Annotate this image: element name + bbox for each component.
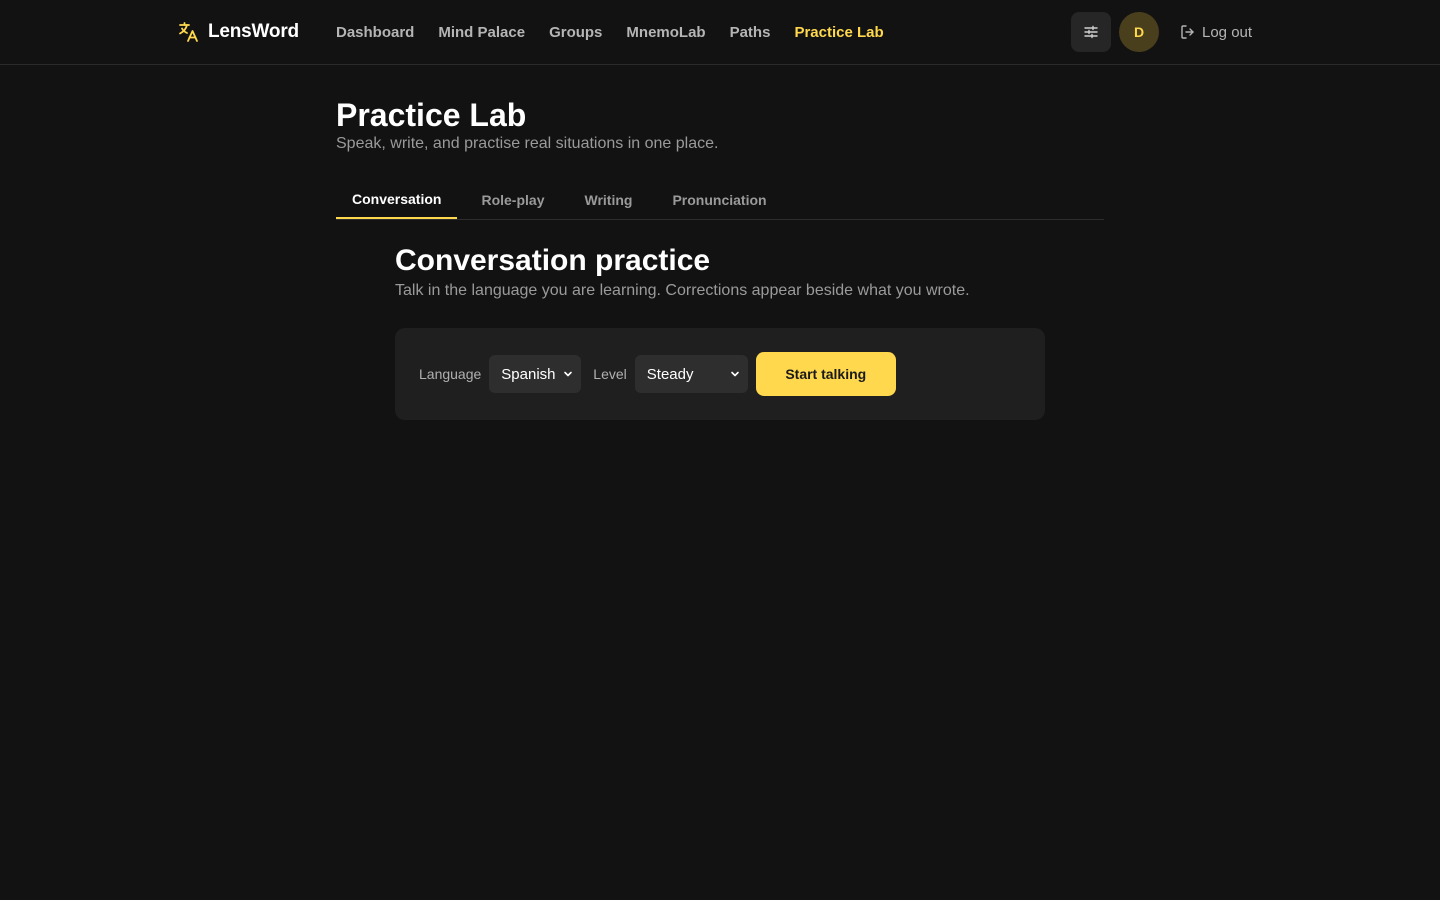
- conversation-setup-card: Language Spanish Level Steady Start talk…: [395, 328, 1045, 420]
- page-title: Practice Lab: [336, 97, 527, 133]
- nav-item-dashboard[interactable]: Dashboard: [336, 24, 414, 41]
- language-select-value: Spanish: [501, 365, 556, 383]
- user-avatar[interactable]: D: [1119, 12, 1159, 52]
- sliders-icon: [1084, 25, 1098, 39]
- nav-item-mnemolab[interactable]: MnemoLab: [626, 24, 705, 41]
- main-nav: Dashboard Mind Palace Groups MnemoLab Pa…: [336, 20, 884, 44]
- section-subtitle: Talk in the language you are learning. C…: [395, 282, 970, 299]
- logout-button[interactable]: Log out: [1180, 20, 1252, 44]
- nav-item-groups[interactable]: Groups: [549, 24, 602, 41]
- level-label: Level: [593, 366, 627, 382]
- tab-conversation[interactable]: Conversation: [336, 180, 458, 219]
- level-select[interactable]: Steady: [634, 355, 748, 393]
- start-talking-button[interactable]: Start talking: [755, 352, 896, 396]
- brand-logo[interactable]: LensWord: [176, 18, 299, 46]
- chevron-down-icon: [564, 371, 573, 377]
- top-navigation-bar: LensWord Dashboard Mind Palace Groups Mn…: [0, 0, 1440, 65]
- brand-name: LensWord: [208, 21, 299, 42]
- level-select-value: Steady: [646, 365, 694, 383]
- practice-tabs: Conversation Role-play Writing Pronuncia…: [336, 180, 1104, 220]
- language-label: Language: [419, 366, 482, 382]
- nav-item-paths[interactable]: Paths: [730, 24, 771, 41]
- logout-icon: [1181, 25, 1194, 39]
- chevron-down-icon: [730, 371, 739, 377]
- logout-label: Log out: [1202, 23, 1253, 41]
- section-title: Conversation practice: [395, 244, 711, 277]
- translate-icon: [179, 22, 198, 42]
- settings-button[interactable]: [1071, 12, 1111, 52]
- tab-pronunciation[interactable]: Pronunciation: [656, 180, 782, 219]
- nav-item-mind-palace[interactable]: Mind Palace: [438, 24, 525, 41]
- nav-item-practice-lab[interactable]: Practice Lab: [794, 24, 883, 41]
- language-select[interactable]: Spanish: [489, 355, 582, 393]
- tab-writing[interactable]: Writing: [568, 180, 648, 219]
- page-subtitle: Speak, write, and practise real situatio…: [336, 135, 719, 152]
- tab-role-play[interactable]: Role-play: [465, 180, 560, 219]
